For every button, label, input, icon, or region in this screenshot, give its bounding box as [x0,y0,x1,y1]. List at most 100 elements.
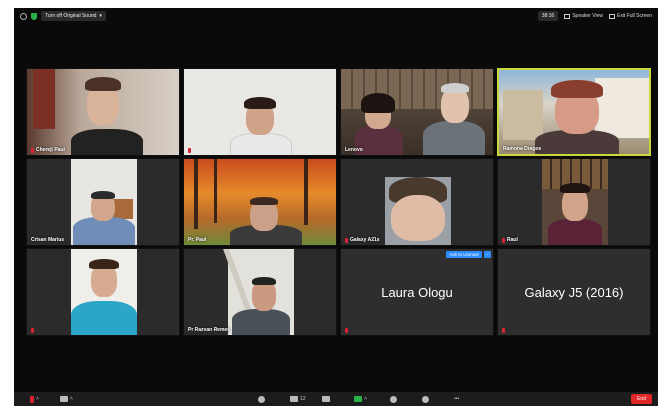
participant-hair [244,97,276,109]
participant-hair [91,191,115,199]
bottom-toolbar: ˄ ˄ 12 ˄ ••• End [14,392,658,406]
building [595,78,649,138]
mic-muted-icon [345,237,348,243]
participant-face [391,195,445,241]
participant-name-tag: Raul [502,237,518,243]
mic-muted-icon [31,147,34,153]
participant-body [423,121,485,155]
record-icon [390,395,397,403]
grid-view-icon [564,13,571,19]
reactions-icon [422,395,429,403]
participant-name-tag [31,328,36,333]
participant-name-tag [188,148,193,153]
meeting-window: Turn off Original Sound ▾ 38:16 Speaker … [14,8,658,406]
chevron-up-icon: ˄ [36,396,39,402]
share-screen-icon [354,396,362,402]
participant-name-tag [502,328,505,333]
participant-body [230,133,292,155]
participants-icon [290,396,298,402]
participant-name-tag: Ramona Dragos [503,146,542,152]
original-sound-label: Turn off Original Sound [45,13,97,19]
info-icon[interactable] [20,12,27,20]
mute-button[interactable]: ˄ [30,395,39,403]
participant-name-tag: Pr Razvan Remes [188,327,230,333]
exit-full-screen-label: Exit Full Screen [616,13,652,19]
participant-name-tag [345,328,348,333]
tree-trunk [304,159,308,225]
participant-display-name: Laura Ologu [381,284,453,300]
participant-name-tag: Lenovo [345,147,363,153]
video-grid: Chereji Paul Lenovo Ramona Dragos Crisan… [26,68,654,336]
participant-body [548,219,602,245]
participants-button[interactable]: 12 [290,395,306,403]
participant-body [73,217,135,245]
participant-tile[interactable]: Raul [497,158,651,246]
mic-muted-icon [188,148,191,153]
tree-trunk [214,159,217,223]
chevron-down-icon: ▾ [99,13,102,19]
mic-muted-icon [30,395,34,403]
curtain [33,69,55,129]
participant-name-tag: Galaxy A21s [345,237,380,243]
participant-hair [560,183,590,193]
video-frame [223,249,294,335]
participant-body [232,309,290,335]
participant-tile[interactable] [26,248,180,336]
participant-tile[interactable] [183,68,337,156]
participant-body [71,301,137,335]
meeting-timer: 38:16 [537,11,559,21]
participant-name-tag: Pr. Paul [188,237,207,243]
active-speaker-tile[interactable]: Ramona Dragos [497,68,651,156]
mic-muted-icon [502,328,505,333]
participant-hair [89,259,119,269]
participant-tile[interactable]: Galaxy A21s [340,158,494,246]
participant-body [71,129,143,155]
participant-name-tag: Chereji Paul [31,147,65,153]
shield-icon [258,395,265,403]
exit-fullscreen-icon [608,13,615,19]
chevron-up-icon: ˄ [364,396,367,402]
participant-hair [252,277,276,285]
participant-tile[interactable]: Lenovo [340,68,494,156]
participant-hair [250,197,278,205]
reactions-button[interactable] [422,395,429,403]
participant-tile[interactable]: Crisan Marius [26,158,180,246]
end-meeting-button[interactable]: End [631,394,652,404]
video-camera-icon [60,396,68,402]
participant-tile[interactable]: Pr. Paul [183,158,337,246]
more-button[interactable]: ••• [454,395,459,403]
participant-hair [85,77,121,91]
participant-tile[interactable]: Chereji Paul [26,68,180,156]
chat-icon [322,396,330,402]
participant-tile[interactable]: Ask to Unmute … Laura Ologu [340,248,494,336]
participant-display-name: Galaxy J5 (2016) [524,284,624,300]
record-button[interactable] [390,395,397,403]
participant-name-tag: Crisan Marius [31,237,65,243]
participant-tile[interactable]: Galaxy J5 (2016) [497,248,651,336]
more-dots-icon: ••• [454,396,460,402]
mic-muted-icon [31,328,34,333]
participant-hair [361,93,395,113]
share-screen-button[interactable]: ˄ [354,395,367,403]
participant-tile[interactable]: Pr Razvan Remes [183,248,337,336]
participant-hair [441,83,469,93]
participants-count: 12 [300,396,306,402]
security-button[interactable] [258,395,265,403]
video-frame [71,249,137,335]
video-button[interactable]: ˄ [60,395,73,403]
video-frame [71,159,137,245]
video-frame [385,177,451,245]
mic-muted-icon [502,237,505,243]
speaker-view-button[interactable]: Speaker View [564,13,603,19]
exit-full-screen-button[interactable]: Exit Full Screen [608,13,652,19]
chat-button[interactable] [322,395,330,403]
speaker-view-label: Speaker View [572,13,603,19]
original-sound-button[interactable]: Turn off Original Sound ▾ [41,11,106,21]
security-shield-icon[interactable] [31,12,37,20]
top-bar: Turn off Original Sound ▾ 38:16 Speaker … [14,8,658,24]
video-frame [542,159,608,245]
wall-detail [223,249,251,309]
tree-trunk [194,159,198,229]
chevron-up-icon: ˄ [70,396,73,402]
participant-hair [551,80,603,98]
